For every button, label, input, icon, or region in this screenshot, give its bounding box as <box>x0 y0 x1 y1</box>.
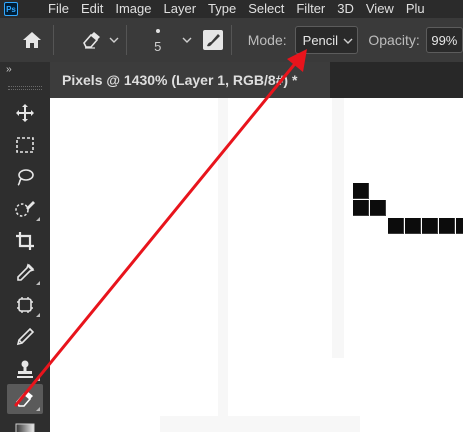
menu-filter[interactable]: Filter <box>290 0 331 18</box>
pixel <box>456 218 463 234</box>
brush-settings-button[interactable] <box>201 27 225 53</box>
quick-selection-icon <box>15 201 35 217</box>
pixel <box>439 218 455 234</box>
marquee-icon <box>16 137 34 153</box>
brush-settings-icon <box>202 30 223 50</box>
mode-label: Mode: <box>247 32 287 48</box>
menu-bar: Ps File Edit Image Layer Type Select Fil… <box>0 0 463 18</box>
mode-value: Pencil <box>302 32 339 48</box>
quick-selection-tool[interactable] <box>7 194 43 224</box>
gradient-icon <box>15 423 35 432</box>
menu-plugins[interactable]: Plu <box>400 0 431 18</box>
pixel <box>388 218 404 234</box>
menu-image[interactable]: Image <box>109 0 157 18</box>
menu-3d[interactable]: 3D <box>331 0 360 18</box>
options-bar: 5 Mode: Pencil Opacity: 99% <box>0 18 463 62</box>
menu-select[interactable]: Select <box>242 0 290 18</box>
tool-group-indicator <box>36 377 40 381</box>
spot-healing-icon <box>17 297 33 313</box>
menu-layer[interactable]: Layer <box>158 0 203 18</box>
home-icon <box>22 32 41 48</box>
pixel <box>353 200 369 216</box>
mode-dropdown[interactable]: Pencil <box>294 26 359 54</box>
options-separator <box>126 25 128 55</box>
crop-tool[interactable] <box>7 226 43 256</box>
pixel <box>370 200 386 216</box>
menu-file[interactable]: File <box>42 0 75 18</box>
photoshop-logo: Ps <box>4 2 18 16</box>
opacity-input[interactable]: 99% <box>425 27 463 53</box>
brush-tip-icon <box>155 28 160 33</box>
lasso-icon <box>17 169 34 186</box>
pixel <box>353 183 369 199</box>
brush-preset-dropdown[interactable] <box>178 25 197 55</box>
menu-edit[interactable]: Edit <box>75 0 109 18</box>
brush-size-value: 5 <box>154 38 162 54</box>
canvas-ghost-mark <box>332 98 344 358</box>
menu-view[interactable]: View <box>360 0 400 18</box>
canvas-ghost-mark <box>160 416 360 432</box>
tool-group-indicator <box>36 313 40 317</box>
canvas-ghost-mark <box>218 98 228 432</box>
tool-group-indicator <box>36 407 40 411</box>
tool-group-indicator <box>36 217 40 221</box>
spot-healing-tool[interactable] <box>7 290 43 320</box>
marquee-tool[interactable] <box>7 130 43 160</box>
lasso-tool[interactable] <box>7 162 43 192</box>
panel-grip[interactable] <box>8 86 42 90</box>
collapse-panel-button[interactable]: ›› <box>6 64 12 75</box>
pixel <box>422 218 438 234</box>
eraser-tool[interactable] <box>7 384 43 414</box>
move-tool[interactable] <box>7 98 43 128</box>
tool-group-indicator <box>36 281 40 285</box>
home-button[interactable] <box>17 25 47 55</box>
options-separator <box>52 25 54 55</box>
chevron-down-icon <box>182 37 192 43</box>
document-tab[interactable]: Pixels @ 1430% (Layer 1, RGB/8#) * <box>50 62 330 98</box>
tool-preset-picker[interactable] <box>80 25 121 55</box>
brush-preset-picker[interactable]: 5 <box>137 22 178 58</box>
options-separator <box>230 25 232 55</box>
eraser-icon <box>16 391 33 407</box>
move-icon <box>16 104 34 122</box>
chevron-down-icon <box>109 37 119 43</box>
menu-items: File Edit Image Layer Type Select Filter… <box>42 0 431 18</box>
tools-panel: ›› <box>0 62 50 432</box>
opacity-label: Opacity: <box>368 32 420 48</box>
document-canvas[interactable] <box>50 98 463 432</box>
chevron-down-icon <box>343 38 353 44</box>
eraser-icon <box>83 32 101 49</box>
clone-stamp-tool[interactable] <box>7 354 43 384</box>
crop-icon <box>16 232 34 250</box>
gradient-tool[interactable] <box>7 416 43 432</box>
brush-icon <box>16 327 35 346</box>
brush-tool[interactable] <box>7 322 43 352</box>
eyedropper-tool[interactable] <box>7 258 43 288</box>
eyedropper-icon <box>17 263 35 281</box>
clone-stamp-icon <box>17 360 33 378</box>
pixel <box>405 218 421 234</box>
document-tabs: Pixels @ 1430% (Layer 1, RGB/8#) * <box>50 62 463 98</box>
menu-type[interactable]: Type <box>202 0 242 18</box>
